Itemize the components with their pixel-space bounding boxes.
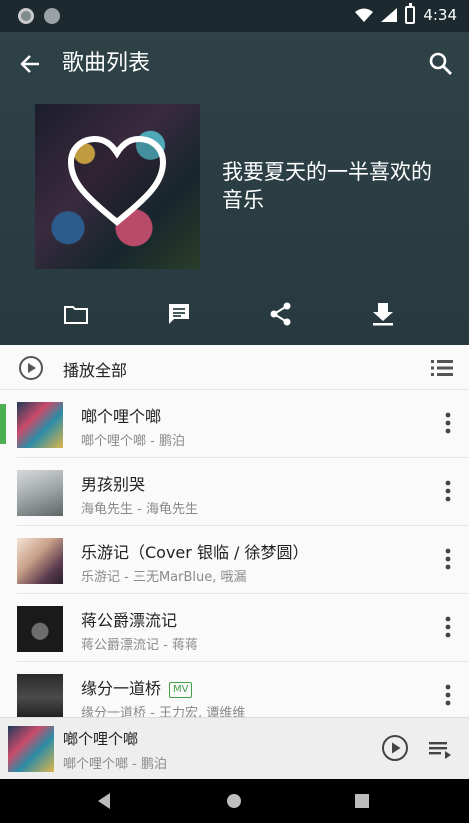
song-row[interactable]: 蒋公爵漂流记 蒋公爵漂流记 - 蒋蒋 xyxy=(0,594,469,662)
playlist-cover[interactable] xyxy=(35,104,200,269)
now-playing-title: 啷个哩个啷 xyxy=(63,730,139,748)
signal-icon xyxy=(381,8,398,22)
folder-icon xyxy=(64,306,88,324)
download-icon xyxy=(373,303,393,326)
mini-player[interactable]: 啷个哩个啷 啷个哩个啷 - 鹏泊 xyxy=(0,717,469,779)
list-icon[interactable] xyxy=(429,355,455,381)
playlist-actions xyxy=(0,294,469,334)
folder-button[interactable] xyxy=(60,298,92,330)
more-vert-icon[interactable] xyxy=(445,616,451,638)
share-button[interactable] xyxy=(265,298,297,330)
nav-recents-icon[interactable] xyxy=(352,791,372,811)
song-subtitle: 啷个哩个啷 - 鹏泊 xyxy=(81,434,185,449)
queue-icon[interactable] xyxy=(427,736,453,762)
song-title: 乐游记（Cover 银临 / 徐梦圆） xyxy=(81,543,309,562)
playlist-name: 我要夏天的一半喜欢的音乐 xyxy=(222,160,432,212)
song-subtitle: 海龟先生 - 海龟先生 xyxy=(81,502,198,517)
song-row[interactable]: 缘分一道桥 MV 缘分一道桥 - 王力宏, 谭维维 xyxy=(0,662,469,717)
back-arrow-icon xyxy=(20,55,39,73)
now-playing-subtitle: 啷个哩个啷 - 鹏泊 xyxy=(63,757,167,772)
wifi-icon xyxy=(355,8,374,22)
now-playing-thumbnail xyxy=(8,726,54,772)
song-row[interactable]: 乐游记（Cover 银临 / 徐梦圆） 乐游记 - 三无MarBlue, 哦漏 xyxy=(0,526,469,594)
toolbar: 歌曲列表 xyxy=(0,32,469,96)
now-playing-indicator xyxy=(0,404,6,444)
song-thumbnail xyxy=(17,402,63,448)
more-vert-icon[interactable] xyxy=(445,548,451,570)
back-button[interactable] xyxy=(14,48,46,80)
mv-badge[interactable]: MV xyxy=(169,681,193,698)
play-all-bar[interactable]: 播放全部 xyxy=(0,345,469,390)
song-subtitle: 缘分一道桥 - 王力宏, 谭维维 xyxy=(81,706,246,717)
song-thumbnail xyxy=(17,470,63,516)
status-bar: 4:34 xyxy=(0,0,469,32)
play-button-icon[interactable] xyxy=(381,734,409,762)
song-thumbnail xyxy=(17,606,63,652)
song-subtitle: 乐游记 - 三无MarBlue, 哦漏 xyxy=(81,570,247,585)
song-thumbnail xyxy=(17,674,63,717)
song-title: 缘分一道桥 MV xyxy=(81,675,193,699)
more-vert-icon[interactable] xyxy=(445,684,451,706)
song-title: 男孩别哭 xyxy=(81,475,146,494)
more-vert-icon[interactable] xyxy=(445,412,451,434)
search-button[interactable] xyxy=(425,48,457,80)
notification-icon-2 xyxy=(44,8,60,24)
playlist-header: 歌曲列表 我要夏天的一半喜欢的音乐 xyxy=(0,32,469,345)
song-row[interactable]: 啷个哩个啷 啷个哩个啷 - 鹏泊 xyxy=(0,390,469,458)
notification-icon xyxy=(18,8,34,24)
heart-icon xyxy=(67,135,167,226)
play-circle-icon xyxy=(19,356,43,380)
share-icon xyxy=(270,302,291,326)
song-title: 啷个哩个啷 xyxy=(81,407,162,426)
comment-icon xyxy=(169,304,189,324)
song-title: 蒋公爵漂流记 xyxy=(81,611,178,630)
song-row[interactable]: 男孩别哭 海龟先生 - 海龟先生 xyxy=(0,458,469,526)
nav-back-icon[interactable] xyxy=(94,791,114,811)
comment-button[interactable] xyxy=(163,298,195,330)
nav-home-icon[interactable] xyxy=(224,791,244,811)
more-vert-icon[interactable] xyxy=(445,480,451,502)
page-title: 歌曲列表 xyxy=(62,51,151,76)
battery-icon xyxy=(405,3,416,24)
system-nav-bar xyxy=(0,779,469,823)
download-button[interactable] xyxy=(367,298,399,330)
song-list: 啷个哩个啷 啷个哩个啷 - 鹏泊 男孩别哭 海龟先生 - 海龟先生 乐游记（Co… xyxy=(0,390,469,717)
play-all-label: 播放全部 xyxy=(63,361,128,380)
search-icon xyxy=(429,52,452,75)
song-thumbnail xyxy=(17,538,63,584)
song-title-text: 缘分一道桥 xyxy=(81,679,162,698)
song-subtitle: 蒋公爵漂流记 - 蒋蒋 xyxy=(81,638,198,653)
status-time: 4:34 xyxy=(423,6,457,24)
